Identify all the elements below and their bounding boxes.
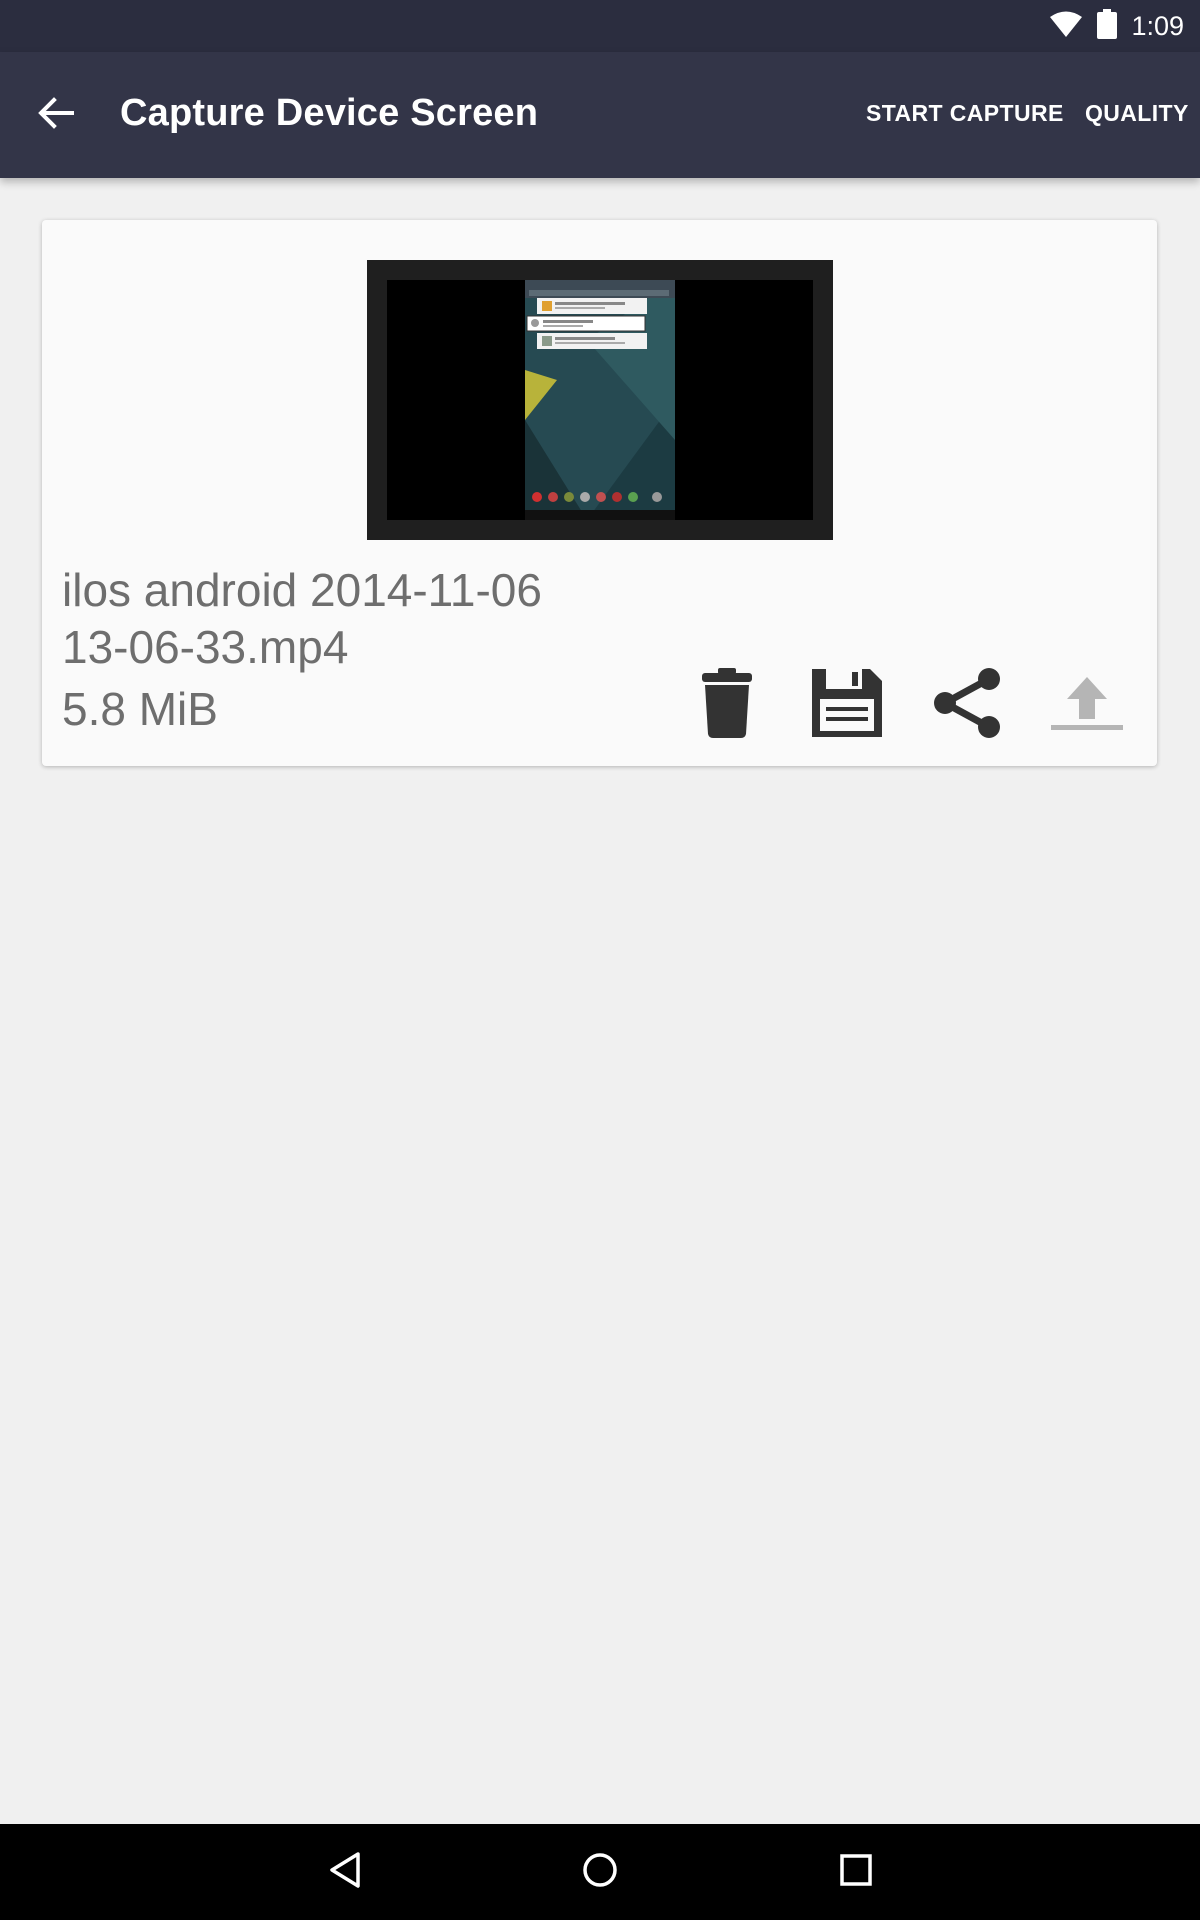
file-name: ilos android 2014-11-06 13-06-33.mp4 <box>62 562 622 676</box>
app-bar: Capture Device Screen START CAPTURE QUAL… <box>0 52 1200 178</box>
arrow-back-icon <box>38 96 74 134</box>
upload-button[interactable] <box>1042 660 1132 750</box>
nav-recents-button[interactable] <box>826 1844 886 1900</box>
file-name-line1: ilos android 2014-11-06 <box>62 564 542 616</box>
recording-card: ilos android 2014-11-06 13-06-33.mp4 5.8… <box>42 220 1157 766</box>
nav-back-icon <box>328 1851 362 1894</box>
wifi-icon <box>1049 10 1083 43</box>
back-button[interactable] <box>28 87 84 143</box>
status-time: 1:09 <box>1131 10 1184 41</box>
nav-home-button[interactable] <box>570 1844 630 1900</box>
quality-button[interactable]: QUALITY <box>1085 100 1189 127</box>
start-capture-button[interactable]: START CAPTURE <box>866 100 1064 127</box>
nav-home-icon <box>581 1851 619 1894</box>
status-icons: 1:09 <box>1049 8 1184 44</box>
share-button[interactable] <box>922 660 1012 750</box>
save-icon <box>812 668 882 742</box>
battery-icon <box>1097 8 1118 44</box>
page-title: Capture Device Screen <box>120 92 539 134</box>
navigation-bar <box>0 1824 1200 1920</box>
share-icon <box>931 667 1003 744</box>
delete-icon <box>700 667 754 743</box>
delete-button[interactable] <box>682 660 772 750</box>
upload-icon <box>1051 673 1123 738</box>
nav-recents-icon <box>839 1853 873 1892</box>
file-size: 5.8 MiB <box>62 683 218 735</box>
video-thumbnail[interactable] <box>367 260 833 540</box>
status-bar: 1:09 <box>0 0 1200 52</box>
file-name-line2: 13-06-33.mp4 <box>62 621 349 673</box>
video-preview <box>387 280 813 520</box>
save-button[interactable] <box>802 660 892 750</box>
nav-back-button[interactable] <box>315 1844 375 1900</box>
